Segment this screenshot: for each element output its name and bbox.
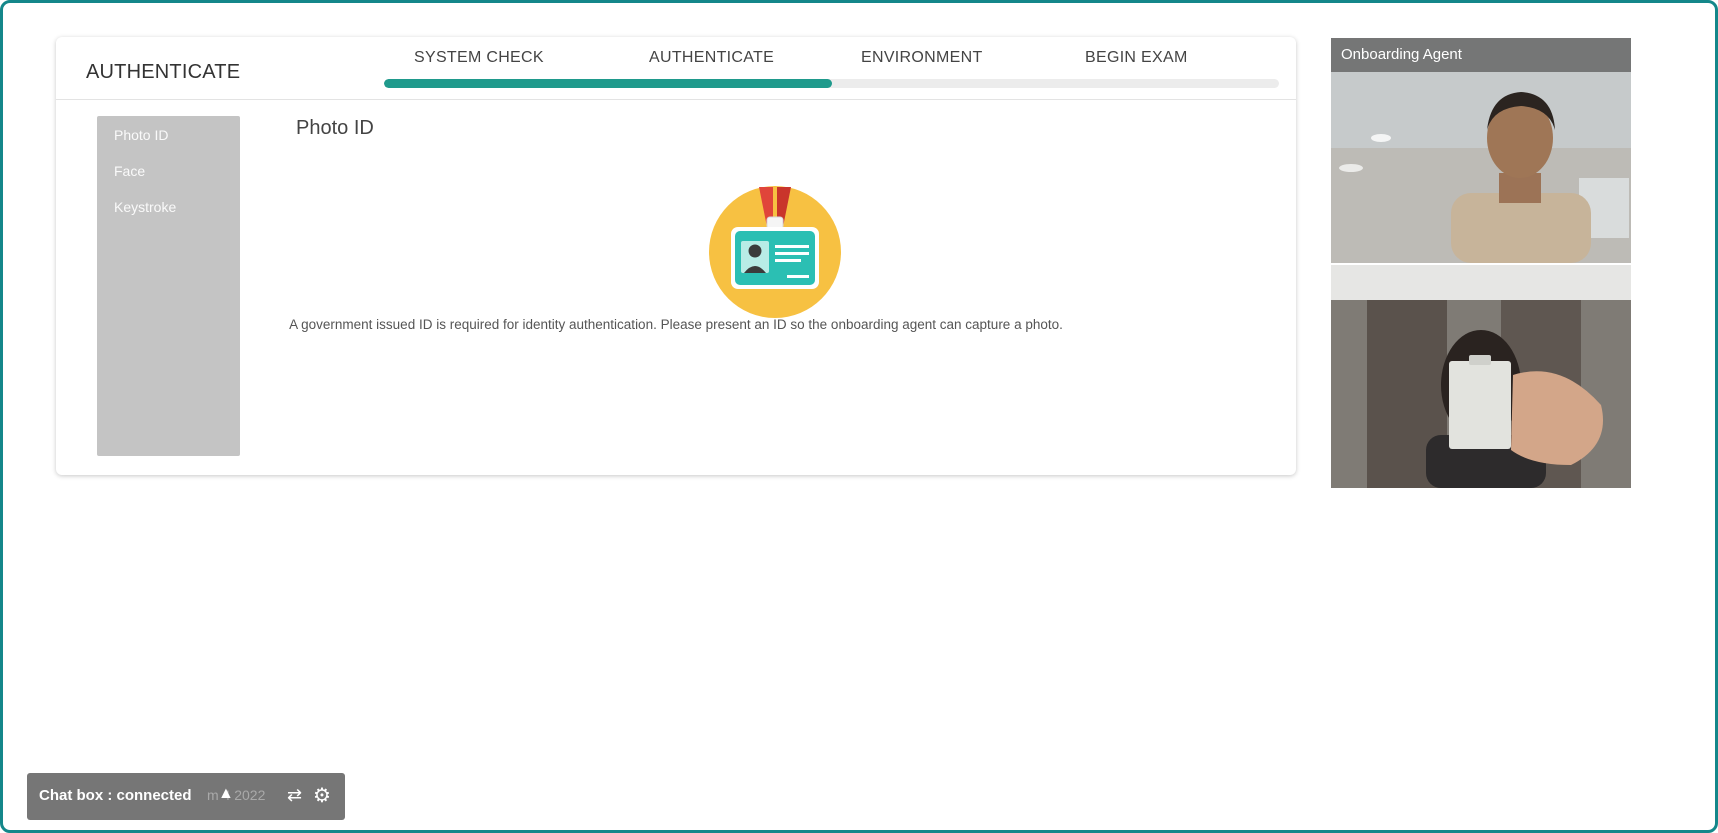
swap-icon[interactable]: ⇄ bbox=[287, 785, 302, 806]
agent-video: Onboarding Agent bbox=[1331, 38, 1631, 263]
step-authenticate: AUTHENTICATE bbox=[649, 49, 775, 66]
authentication-card: AUTHENTICATE SYSTEM CHECK AUTHENTICATE E… bbox=[56, 37, 1296, 475]
section-title: AUTHENTICATE bbox=[86, 61, 241, 83]
video-panel: Onboarding Agent bbox=[1331, 38, 1631, 488]
progress-fill bbox=[384, 79, 832, 88]
agent-video-label: Onboarding Agent bbox=[1331, 38, 1631, 72]
chat-box[interactable]: m 4 2022 Chat box : connected ▲ ⇄ ⚙ bbox=[27, 773, 345, 820]
candidate-video bbox=[1331, 265, 1631, 488]
progress-track bbox=[384, 79, 1279, 88]
gear-icon[interactable]: ⚙ bbox=[313, 783, 331, 808]
step-progress: SYSTEM CHECK AUTHENTICATE ENVIRONMENT BE… bbox=[384, 45, 1279, 95]
step-environment: ENVIRONMENT bbox=[861, 49, 983, 66]
sidebar-item-keystroke[interactable]: Keystroke bbox=[97, 189, 240, 225]
candidate-video-feed bbox=[1331, 265, 1631, 488]
content-description: A government issued ID is required for i… bbox=[289, 317, 1063, 332]
card-header: AUTHENTICATE SYSTEM CHECK AUTHENTICATE E… bbox=[56, 37, 1296, 100]
step-begin-exam: BEGIN EXAM bbox=[1085, 49, 1188, 66]
id-badge-icon bbox=[709, 186, 841, 318]
auth-sidebar: Photo ID Face Keystroke bbox=[97, 116, 240, 456]
sidebar-item-face[interactable]: Face bbox=[97, 153, 240, 189]
chat-partial-text: m 4 2022 bbox=[207, 787, 266, 803]
chevron-up-icon[interactable]: ▲ bbox=[218, 785, 234, 803]
content-title: Photo ID bbox=[296, 117, 374, 139]
sidebar-item-photo-id[interactable]: Photo ID bbox=[97, 117, 240, 153]
step-system-check: SYSTEM CHECK bbox=[414, 49, 544, 66]
chat-status-label: Chat box : connected bbox=[39, 787, 192, 804]
